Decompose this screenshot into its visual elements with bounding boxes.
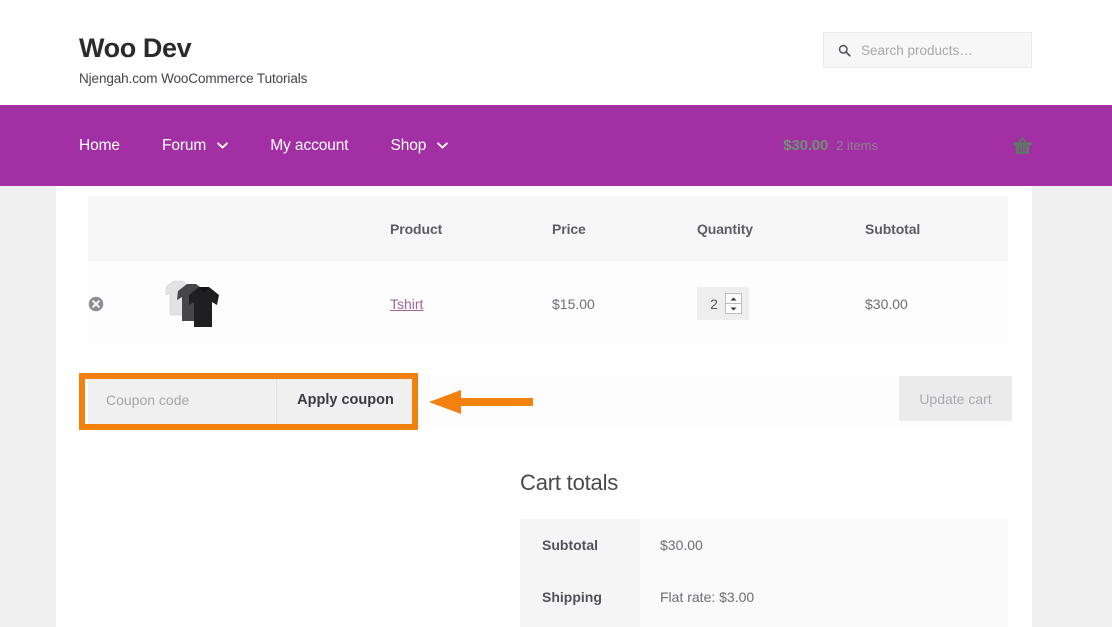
chevron-down-icon <box>437 142 449 149</box>
product-search-box[interactable] <box>823 32 1032 68</box>
table-row: Tshirt $15.00 2 $30.00 <box>88 261 1008 346</box>
cart-table-body: Tshirt $15.00 2 $30.00 <box>88 261 1008 346</box>
cart-totals-section: Cart totals Subtotal $30.00 Shipping Fla… <box>520 470 1008 627</box>
totals-label-shipping: Shipping <box>520 571 640 627</box>
coupon-code-input[interactable] <box>88 376 276 424</box>
nav-item-label: Forum <box>161 136 207 154</box>
main-navigation: Home Forum My account Shop $30.00 2 item… <box>0 105 1112 186</box>
cart-items-table: Product Price Quantity Subtotal Tshirt $… <box>88 196 1008 346</box>
totals-value-shipping: Flat rate: $3.00 <box>640 571 1008 627</box>
quantity-increase-button[interactable] <box>726 294 741 304</box>
nav-item-label: Shop <box>390 136 427 154</box>
coupon-field-group: Apply coupon <box>88 376 414 424</box>
totals-row-subtotal: Subtotal $30.00 <box>520 519 1008 571</box>
cell-remove <box>88 261 158 346</box>
column-header-subtotal: Subtotal <box>865 196 1008 261</box>
search-input[interactable] <box>861 42 1021 58</box>
column-header-price: Price <box>552 196 697 261</box>
coupon-actions-row: Apply coupon Update cart <box>88 376 1012 428</box>
totals-row-shipping: Shipping Flat rate: $3.00 <box>520 571 1008 627</box>
nav-item-forum[interactable]: Forum <box>161 136 229 155</box>
update-cart-button[interactable]: Update cart <box>899 376 1012 421</box>
basket-icon[interactable] <box>1012 136 1033 156</box>
quantity-value[interactable]: 2 <box>706 296 722 312</box>
chevron-down-icon <box>730 307 737 310</box>
cell-quantity: 2 <box>697 261 865 346</box>
cell-subtotal: $30.00 <box>865 261 1008 346</box>
cart-table-head: Product Price Quantity Subtotal <box>88 196 1008 261</box>
chevron-down-icon <box>217 142 229 149</box>
tshirt-product-image[interactable] <box>158 275 224 333</box>
nav-item-home[interactable]: Home <box>79 137 120 155</box>
cart-total-amount: $30.00 <box>783 137 829 154</box>
quantity-spinner-buttons[interactable] <box>725 293 742 314</box>
nav-item-label: My account <box>270 136 349 154</box>
totals-value-subtotal: $30.00 <box>640 519 1008 571</box>
column-header-thumbnail <box>158 196 390 261</box>
column-header-product: Product <box>390 196 552 261</box>
cell-price: $15.00 <box>552 261 697 346</box>
nav-item-shop[interactable]: Shop <box>391 137 449 155</box>
nav-item-list: Home Forum My account Shop <box>79 105 490 186</box>
totals-label-subtotal: Subtotal <box>520 519 640 571</box>
apply-coupon-button[interactable]: Apply coupon <box>276 376 414 424</box>
column-header-remove <box>88 196 158 261</box>
cart-totals-table: Subtotal $30.00 Shipping Flat rate: $3.0… <box>520 519 1008 627</box>
cart-page-content: Product Price Quantity Subtotal Tshirt $… <box>56 186 1032 627</box>
cart-totals-title: Cart totals <box>520 470 619 495</box>
nav-item-my-account[interactable]: My account <box>270 137 348 155</box>
remove-circle-icon[interactable] <box>88 296 104 312</box>
site-header: Woo Dev Njengah.com WooCommerce Tutorial… <box>0 0 1112 105</box>
column-header-quantity: Quantity <box>697 196 865 261</box>
cell-product-name: Tshirt <box>390 261 552 346</box>
site-title: Woo Dev <box>79 33 192 63</box>
product-link[interactable]: Tshirt <box>390 296 423 312</box>
quantity-decrease-button[interactable] <box>726 304 741 313</box>
site-tagline: Njengah.com WooCommerce Tutorials <box>79 71 308 86</box>
search-icon <box>838 44 851 57</box>
cell-thumbnail <box>158 261 390 346</box>
nav-item-label: Home <box>79 136 120 154</box>
cart-item-count: 2 items <box>836 138 878 153</box>
quantity-stepper[interactable]: 2 <box>697 287 749 320</box>
page-root: Woo Dev Njengah.com WooCommerce Tutorial… <box>0 0 1112 627</box>
chevron-up-icon <box>730 297 737 300</box>
cart-table-header-row: Product Price Quantity Subtotal <box>88 196 1008 261</box>
cart-summary[interactable]: $30.00 2 items <box>783 105 1033 186</box>
site-branding[interactable]: Woo Dev Njengah.com WooCommerce Tutorial… <box>79 32 307 88</box>
